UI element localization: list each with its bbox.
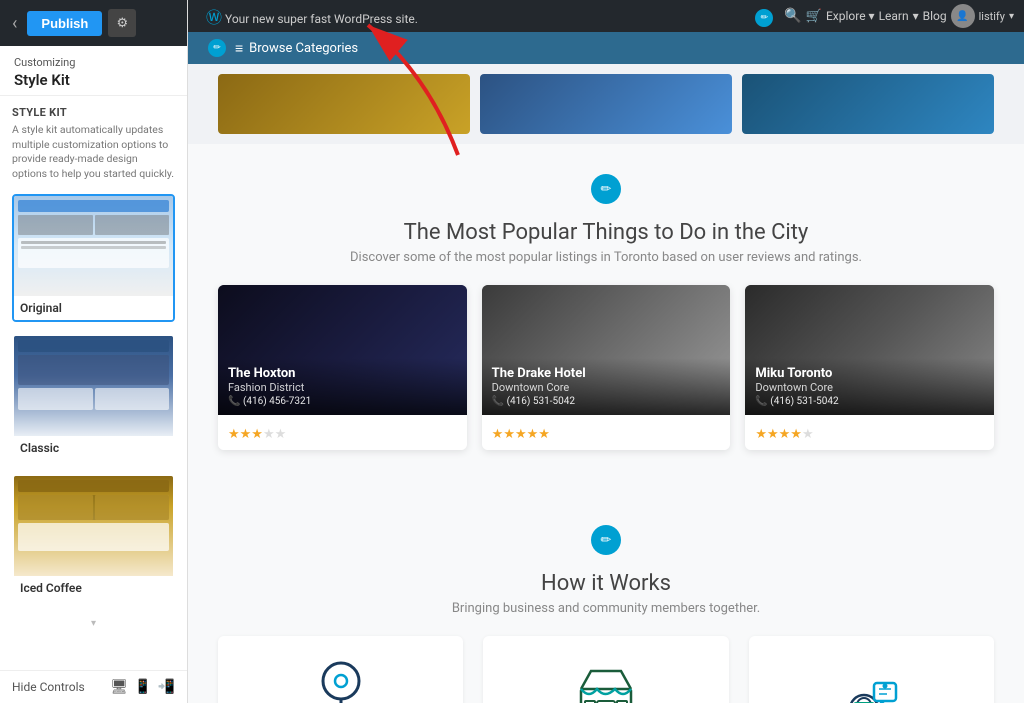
learn-chevron: ▾ [913, 9, 919, 23]
miku-name: Miku Toronto [755, 366, 984, 381]
drake-area: Downtown Core [492, 381, 721, 394]
hoxton-image: The Hoxton Fashion District 📞 (416) 456-… [218, 285, 467, 415]
user-avatar[interactable]: 👤 [951, 4, 975, 28]
customizing-label: Customizing [14, 56, 173, 69]
explore-button[interactable]: Explore ▾ [826, 9, 875, 23]
support-icon [836, 661, 906, 703]
strip-image-2 [480, 74, 732, 134]
kit-card-iced-coffee[interactable]: Iced Coffee [12, 474, 175, 602]
strip-image-1 [218, 74, 470, 134]
how-icon: ✏ [591, 525, 621, 555]
wp-admin-bar: Ⓦ Your new super fast WordPress site. ✏ … [188, 0, 1024, 32]
menu-icon-browse: ≡ [235, 40, 243, 57]
style-kit-description: A style kit automatically updates multip… [12, 123, 175, 182]
listing-card-hoxton[interactable]: The Hoxton Fashion District 📞 (416) 456-… [218, 285, 467, 450]
how-title: How it Works [218, 571, 994, 596]
customizer-top-bar: ‹ Publish ⚙ [0, 0, 187, 46]
edit-icon-admin: ✏ [755, 5, 776, 27]
listing-card-drake[interactable]: The Drake Hotel Downtown Core 📞 (416) 53… [482, 285, 731, 450]
how-subtitle: Bringing business and community members … [218, 601, 994, 616]
desktop-icon[interactable]: 🖥 [110, 679, 128, 695]
edit-pencil-browse: ✏ [208, 39, 226, 57]
sidebar-section-title: Style Kit [14, 71, 173, 89]
sidebar-body: Style Kit A style kit automatically upda… [0, 96, 187, 670]
miku-phone: 📞 (416) 531-5042 [755, 396, 984, 407]
kit-label-classic: Classic [14, 436, 173, 460]
hoxton-stars: ★★★★★ [228, 427, 286, 442]
kit-card-classic[interactable]: Classic [12, 334, 175, 462]
kit-label-original: Original [14, 296, 173, 320]
blog-button[interactable]: Blog [923, 9, 947, 23]
drake-phone: 📞 (416) 531-5042 [492, 396, 721, 407]
location-icon [306, 656, 376, 703]
miku-card-body: ★★★★★ [745, 415, 994, 450]
top-images-strip [188, 64, 1024, 144]
mobile-icon[interactable]: 📲 [158, 679, 175, 695]
hide-controls-label[interactable]: Hide Controls [12, 680, 85, 694]
hoxton-area: Fashion District [228, 381, 457, 394]
device-icons: 🖥 📱 📲 [110, 679, 175, 695]
how-section: ✏ How it Works Bringing business and com… [188, 495, 1024, 703]
kit-thumb-iced-coffee [14, 476, 173, 576]
kit-thumb-classic [14, 336, 173, 436]
listing-card-miku[interactable]: Miku Toronto Downtown Core 📞 (416) 531-5… [745, 285, 994, 450]
preview-area: Ⓦ Your new super fast WordPress site. ✏ … [188, 0, 1024, 703]
customizer-sidebar: ‹ Publish ⚙ Customizing Style Kit Style … [0, 0, 188, 703]
gear-button[interactable]: ⚙ [108, 9, 136, 37]
sidebar-footer: Hide Controls 🖥 📱 📲 [0, 670, 187, 703]
drake-name: The Drake Hotel [492, 366, 721, 381]
gear-icon: ⚙ [117, 15, 129, 31]
back-button[interactable]: ‹ [8, 13, 21, 34]
wp-nav-right: ✏ 🔍 🛒 Explore ▾ Learn ▾ Blog 👤 listify ▾ [755, 4, 1014, 28]
miku-stars: ★★★★★ [755, 427, 813, 442]
tablet-icon[interactable]: 📱 [134, 679, 151, 695]
wp-logo-item[interactable]: Ⓦ Your new super fast WordPress site. [198, 4, 426, 28]
hoxton-name: The Hoxton [228, 366, 457, 381]
drake-image: The Drake Hotel Downtown Core 📞 (416) 53… [482, 285, 731, 415]
popular-icon: ✏ [591, 174, 621, 204]
user-name: listify [979, 10, 1005, 23]
browse-categories-link[interactable]: Browse Categories [249, 41, 358, 56]
style-kit-label: Style Kit [12, 106, 175, 119]
publish-button[interactable]: Publish [27, 11, 102, 36]
customizing-header: Customizing Style Kit [0, 46, 187, 96]
how-card-store [483, 636, 728, 703]
pencil-icon: ✏ [755, 9, 773, 27]
scroll-hint: ▾ [12, 614, 175, 633]
popular-section-header: ✏ The Most Popular Things to Do in the C… [218, 174, 994, 265]
wp-site-tagline: Your new super fast WordPress site. [225, 12, 418, 26]
popular-section: ✏ The Most Popular Things to Do in the C… [188, 144, 1024, 495]
miku-image: Miku Toronto Downtown Core 📞 (416) 531-5… [745, 285, 994, 415]
hoxton-card-body: ★★★★★ [218, 415, 467, 450]
store-icon [571, 661, 641, 703]
how-card-support [749, 636, 994, 703]
kit-thumb-original [14, 196, 173, 296]
search-icon[interactable]: 🔍 [784, 8, 801, 24]
user-chevron: ▾ [1009, 11, 1014, 22]
wp-logo-icon: Ⓦ [206, 8, 222, 27]
strip-image-3 [742, 74, 994, 134]
how-card-location [218, 636, 463, 703]
kit-label-iced-coffee: Iced Coffee [14, 576, 173, 600]
popular-title: The Most Popular Things to Do in the Cit… [218, 220, 994, 245]
learn-button[interactable]: Learn [879, 9, 909, 23]
popular-subtitle: Discover some of the most popular listin… [218, 250, 994, 265]
drake-stars: ★★★★★ [492, 427, 550, 442]
cart-icon[interactable]: 🛒 [806, 9, 822, 24]
how-section-header: ✏ How it Works Bringing business and com… [218, 525, 994, 616]
how-cards-grid [218, 636, 994, 703]
browse-bar: ✏ ≡ Browse Categories [188, 32, 1024, 64]
listings-grid: The Hoxton Fashion District 📞 (416) 456-… [218, 285, 994, 450]
hoxton-phone: 📞 (416) 456-7321 [228, 396, 457, 407]
miku-area: Downtown Core [755, 381, 984, 394]
kit-card-original[interactable]: Original [12, 194, 175, 322]
preview-site: ✏ ≡ Browse Categories ✏ The [188, 32, 1024, 703]
drake-card-body: ★★★★★ [482, 415, 731, 450]
